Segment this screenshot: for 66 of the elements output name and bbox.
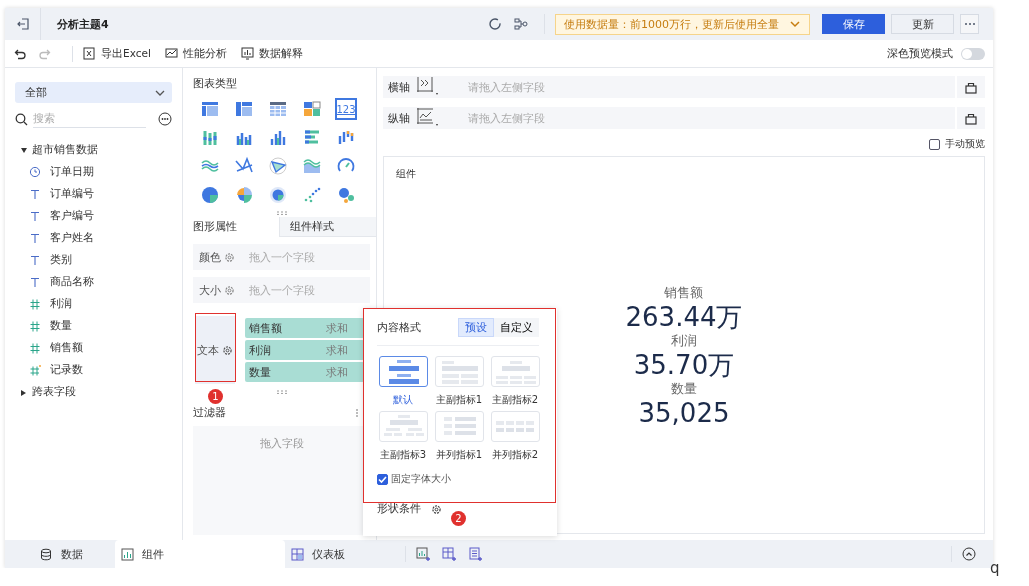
preset-label: 默认 bbox=[393, 393, 413, 407]
canvas-title: 组件 bbox=[396, 167, 416, 181]
field-name: 销售额 bbox=[249, 320, 282, 336]
field-item[interactable]: 数量 bbox=[15, 315, 172, 337]
field-pill[interactable]: 销售额 求和 bbox=[245, 318, 366, 338]
field-item[interactable]: 记录数 bbox=[15, 359, 172, 381]
performance-button[interactable]: 性能分析 bbox=[164, 46, 227, 61]
kpi-value: 35.70万 bbox=[633, 350, 735, 380]
field-item[interactable]: 销售额 bbox=[15, 337, 172, 359]
mode-tab[interactable]: 预设 bbox=[458, 318, 494, 337]
bottom-tab[interactable]: 仪表板 bbox=[285, 540, 395, 568]
field-item[interactable]: 订单编号 bbox=[15, 183, 172, 205]
dark-mode-label: 深色预览模式 bbox=[887, 46, 953, 61]
aggregation-label: 求和 bbox=[326, 364, 348, 380]
scope-dropdown[interactable]: 全部 bbox=[15, 82, 172, 103]
tree-group[interactable]: 超市销售数据 bbox=[32, 143, 98, 157]
save-button[interactable]: 保存 bbox=[822, 14, 885, 34]
tree-group[interactable]: 跨表字段 bbox=[32, 385, 76, 399]
aggregation-label: 求和 bbox=[326, 342, 348, 358]
kpi-label: 销售额 bbox=[664, 284, 704, 302]
bottom-tab[interactable]: 组件 bbox=[115, 540, 285, 568]
stray-letter: q bbox=[990, 559, 1000, 577]
field-item[interactable]: 客户姓名 bbox=[15, 227, 172, 249]
checkbox-label: 手动预览 bbox=[945, 137, 985, 151]
axis-label: 纵轴 bbox=[387, 110, 411, 126]
axis-label: 横轴 bbox=[387, 79, 411, 95]
field-item[interactable]: 订单日期 bbox=[15, 161, 172, 183]
field-item[interactable]: 利润 bbox=[15, 293, 172, 315]
drop-hint: 请拖入左侧字段 bbox=[468, 110, 545, 126]
drop-hint: 拖入字段 bbox=[259, 436, 304, 452]
window-title: 分析主题4 bbox=[57, 16, 109, 32]
bottom-tab[interactable]: 数据 bbox=[5, 540, 115, 568]
export-excel-button[interactable]: 导出Excel bbox=[83, 46, 151, 61]
preset-label: 主副指标2 bbox=[491, 393, 539, 407]
property-label: 颜色 bbox=[199, 249, 221, 265]
aggregation-label: 求和 bbox=[326, 320, 348, 336]
field-item[interactable]: 商品名称 bbox=[15, 271, 172, 293]
chart-type-option[interactable]: 123 bbox=[335, 98, 357, 121]
field-item[interactable]: 类别 bbox=[15, 249, 172, 271]
kpi-value: 263.44万 bbox=[625, 302, 743, 332]
property-label-box[interactable]: 文本 bbox=[195, 316, 235, 384]
explain-button[interactable]: 数据解释 bbox=[240, 46, 303, 61]
field-pill[interactable]: 利润 求和 bbox=[245, 340, 366, 360]
search-field[interactable]: 搜索 bbox=[33, 110, 146, 128]
kpi-value: 35,025 bbox=[638, 398, 730, 428]
section-title: 过滤器 bbox=[193, 405, 226, 420]
field-name: 数量 bbox=[249, 364, 271, 380]
panel-tab[interactable]: 组件样式 bbox=[279, 217, 376, 237]
preset-label: 主副指标1 bbox=[435, 393, 483, 407]
setting-label: 形状条件 bbox=[377, 502, 421, 516]
kpi-label: 利润 bbox=[671, 332, 697, 350]
field-name: 利润 bbox=[249, 342, 271, 358]
field-item[interactable]: 客户编号 bbox=[15, 205, 172, 227]
preset-label: 并列指标2 bbox=[491, 448, 539, 462]
property-label: 大小 bbox=[199, 282, 221, 298]
drop-hint: 请拖入左侧字段 bbox=[468, 79, 545, 95]
mode-tab[interactable]: 自定义 bbox=[494, 318, 539, 337]
update-button[interactable]: 更新 bbox=[891, 14, 954, 34]
kpi-label: 数量 bbox=[671, 380, 697, 398]
preset-label: 主副指标3 bbox=[379, 448, 427, 462]
annotation-badge: 1 bbox=[208, 389, 223, 404]
section-title: 图表类型 bbox=[193, 77, 238, 91]
field-pill[interactable]: 数量 求和 bbox=[245, 362, 366, 382]
preset-label: 并列指标1 bbox=[435, 448, 483, 462]
popup-title: 内容格式 bbox=[377, 320, 421, 335]
checkbox-label: 固定字体大小 bbox=[391, 472, 451, 486]
